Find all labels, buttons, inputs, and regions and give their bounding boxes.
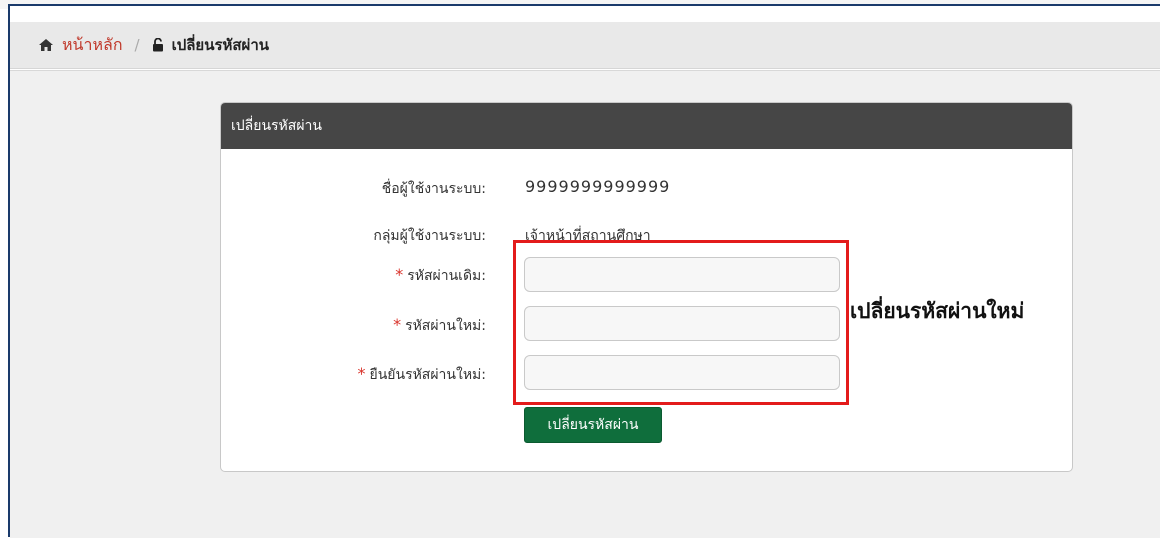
old-password-label: รหัสผ่านเดิม: xyxy=(407,268,486,284)
old-password-label-wrap: * รหัสผ่านเดิม: xyxy=(395,265,486,287)
new-password-label-wrap: * รหัสผ่านใหม่: xyxy=(393,315,486,337)
required-mark: * xyxy=(393,315,402,334)
confirm-password-label: ยืนยันรหัสผ่านใหม่: xyxy=(369,367,486,383)
new-password-label: รหัสผ่านใหม่: xyxy=(405,318,486,334)
home-icon xyxy=(39,39,53,51)
required-mark: * xyxy=(357,364,366,383)
user-group-label: กลุ่มผู้ใช้งานระบบ: xyxy=(373,228,486,244)
panel-title: เปลี่ยนรหัสผ่าน xyxy=(221,103,1072,149)
highlight-box xyxy=(513,240,849,405)
required-mark: * xyxy=(395,265,404,284)
breadcrumb-current: เปลี่ยนรหัสผ่าน xyxy=(171,36,270,54)
confirm-password-label-wrap: * ยืนยันรหัสผ่านใหม่: xyxy=(358,364,486,386)
breadcrumb-home-link[interactable]: หน้าหลัก xyxy=(62,33,123,58)
change-password-button[interactable]: เปลี่ยนรหัสผ่าน xyxy=(524,407,662,443)
username-value: 9999999999999 xyxy=(525,177,671,196)
annotation-label: เปลี่ยนรหัสผ่านใหม่ xyxy=(850,299,1025,323)
username-label: ชื่อผู้ใช้งานระบบ: xyxy=(381,181,486,197)
breadcrumb: หน้าหลัก / เปลี่ยนรหัสผ่าน xyxy=(10,22,1160,69)
breadcrumb-separator: / xyxy=(134,36,140,54)
unlock-icon xyxy=(152,38,163,52)
